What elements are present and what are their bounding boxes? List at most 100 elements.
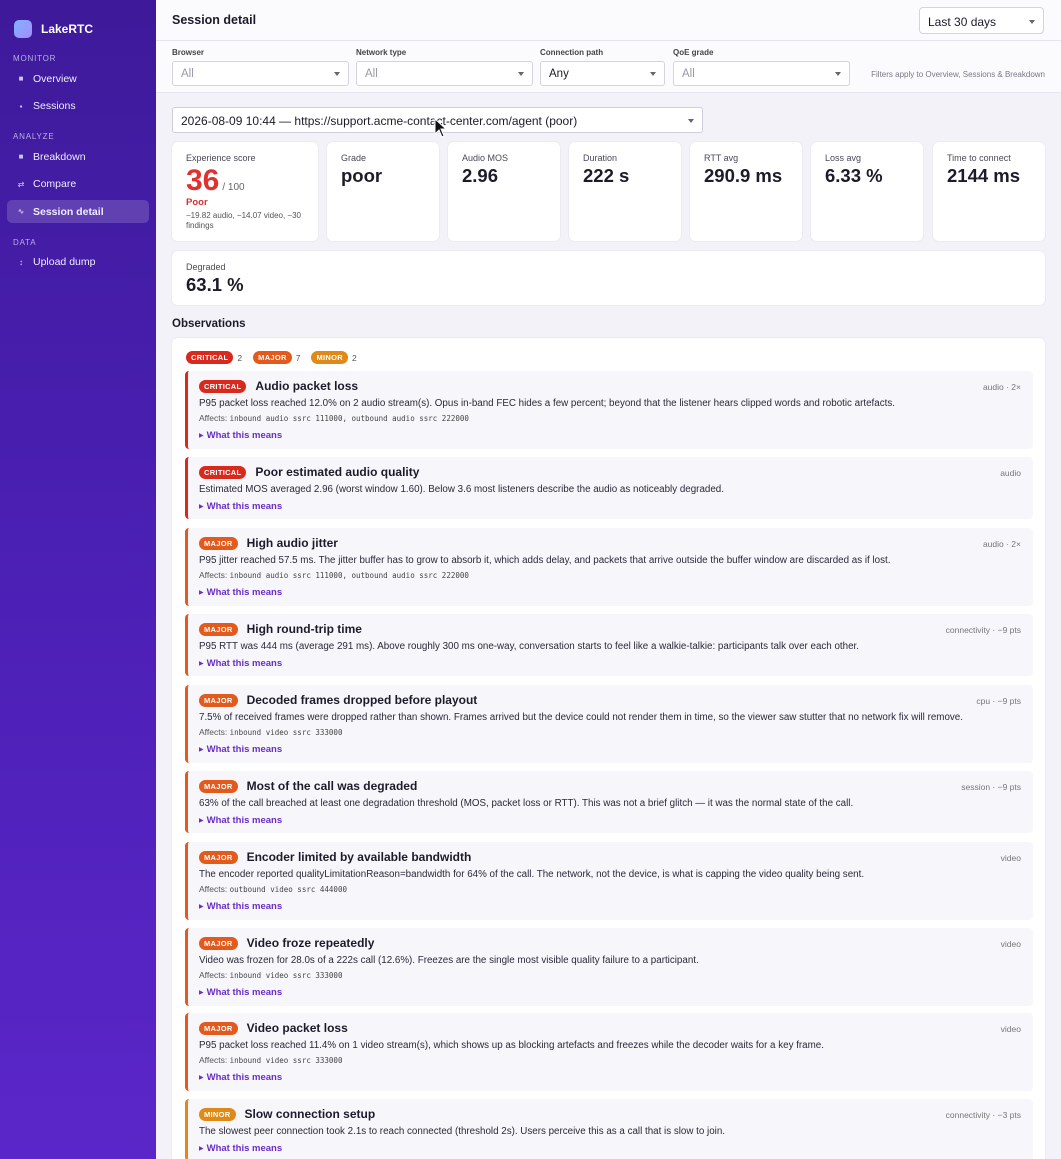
- caret-right-icon: ▶: [199, 433, 204, 439]
- severity-badge: MINOR: [199, 1107, 236, 1121]
- what-this-means-toggle[interactable]: ▶ What this means: [199, 1072, 282, 1083]
- observation-title: Slow connection setup: [244, 1107, 376, 1121]
- toggle-label: What this means: [206, 815, 283, 826]
- upload-icon: ↕: [19, 257, 23, 267]
- observation-tag: connectivity · −9 pts: [945, 625, 1021, 635]
- observation-description: Video was frozen for 28.0s of a 222s cal…: [199, 955, 699, 966]
- chevron-down-icon: [1029, 20, 1035, 24]
- severity-badge: CRITICAL: [199, 379, 247, 393]
- caret-right-icon: ▶: [199, 747, 204, 753]
- duration-label: Duration: [583, 153, 618, 163]
- observation-description: The encoder reported qualityLimitationRe…: [199, 869, 865, 880]
- observation-title: Audio packet loss: [255, 379, 359, 393]
- grade-card: Grade poor: [327, 142, 439, 241]
- caret-right-icon: ▶: [199, 1075, 204, 1081]
- connection-path-select[interactable]: Any: [540, 61, 665, 86]
- network-type-select[interactable]: All: [356, 61, 533, 86]
- severity-badge: MAJOR: [199, 1021, 238, 1035]
- toggle-label: What this means: [206, 1072, 283, 1083]
- severity-badge: MAJOR: [199, 779, 238, 793]
- observation-card: CRITICAL Poor estimated audio quality au…: [185, 457, 1033, 519]
- what-this-means-toggle[interactable]: ▶ What this means: [199, 587, 282, 598]
- observation-card: MAJOR Most of the call was degraded sess…: [185, 771, 1033, 833]
- connection-path-select-value: Any: [549, 68, 569, 80]
- top-header: Session detail Last 30 days: [156, 0, 1061, 41]
- observation-description: P95 jitter reached 57.5 ms. The jitter b…: [199, 555, 891, 566]
- sidebar-item-label: Breakdown: [33, 150, 86, 163]
- severity-badge: MAJOR: [199, 622, 238, 636]
- chevron-down-icon: [835, 72, 841, 76]
- affects-streams: outbound video ssrc 444000: [229, 885, 347, 894]
- what-this-means-toggle[interactable]: ▶ What this means: [199, 658, 282, 669]
- filter-browser-label: Browser: [172, 48, 205, 57]
- observation-tag: audio: [1000, 468, 1021, 478]
- sidebar-item-label: Upload dump: [33, 256, 96, 268]
- what-this-means-toggle[interactable]: ▶ What this means: [199, 901, 282, 912]
- qoe-grade-select-value: All: [682, 68, 695, 80]
- sidebar-item-overview[interactable]: ■ Overview: [7, 67, 149, 90]
- affects-streams: inbound video ssrc 333000: [229, 728, 343, 737]
- observation-card: CRITICAL Audio packet loss audio · 2× P9…: [185, 371, 1033, 449]
- what-this-means-toggle[interactable]: ▶ What this means: [199, 430, 282, 441]
- sidebar-item-upload-dump[interactable]: ↕ Upload dump: [7, 251, 149, 274]
- affects-label: Affects:: [199, 413, 228, 423]
- what-this-means-toggle[interactable]: ▶ What this means: [199, 1143, 282, 1154]
- observation-card: MAJOR High round-trip time connectivity …: [185, 614, 1033, 676]
- observation-title: Video froze repeatedly: [246, 936, 375, 950]
- what-this-means-toggle[interactable]: ▶ What this means: [199, 815, 282, 826]
- sidebar-item-compare[interactable]: ⇄ Compare: [7, 173, 149, 196]
- date-range-select[interactable]: Last 30 days: [919, 7, 1044, 34]
- caret-right-icon: ▶: [199, 590, 204, 596]
- sidebar-item-breakdown[interactable]: ■ Breakdown: [7, 145, 149, 168]
- severity-counts: CRITICAL 2 MAJOR 7 MINOR 2: [186, 351, 368, 364]
- what-this-means-toggle[interactable]: ▶ What this means: [199, 501, 282, 512]
- caret-right-icon: ▶: [199, 1146, 204, 1152]
- caret-right-icon: ▶: [199, 661, 204, 667]
- what-this-means-toggle[interactable]: ▶ What this means: [199, 744, 282, 755]
- loss-avg-label: Loss avg: [825, 153, 862, 163]
- browser-select[interactable]: All: [172, 61, 349, 86]
- caret-right-icon: ▶: [199, 990, 204, 996]
- observation-description: Estimated MOS averaged 2.96 (worst windo…: [199, 484, 724, 495]
- observation-affects: Affects: inbound audio ssrc 111000, outb…: [199, 413, 469, 423]
- app-name: LakeRTC: [41, 21, 94, 36]
- chevron-down-icon: [650, 72, 656, 76]
- observation-description: P95 packet loss reached 12.0% on 2 audio…: [199, 398, 895, 409]
- severity-badge: MAJOR: [199, 693, 238, 707]
- affects-label: Affects:: [199, 1055, 228, 1065]
- observation-card: MAJOR Encoder limited by available bandw…: [185, 842, 1033, 920]
- observation-title: Encoder limited by available bandwidth: [246, 850, 472, 864]
- toggle-label: What this means: [206, 987, 283, 998]
- observation-card: MAJOR Decoded frames dropped before play…: [185, 685, 1033, 763]
- time-to-connect-label: Time to connect: [947, 153, 1011, 163]
- network-type-select-value: All: [365, 68, 378, 80]
- observation-description: 7.5% of received frames were dropped rat…: [199, 712, 963, 723]
- severity-badge: MAJOR: [199, 936, 238, 950]
- degraded-value: 63.1 %: [186, 274, 244, 295]
- observation-tag: cpu · −9 pts: [976, 696, 1021, 706]
- sidebar-item-session-detail[interactable]: ∿ Session detail: [7, 200, 149, 223]
- observation-tag: connectivity · −3 pts: [945, 1110, 1021, 1120]
- loss-avg-value: 6.33 %: [825, 165, 883, 186]
- toggle-label: What this means: [206, 901, 283, 912]
- critical-count: 2: [237, 352, 243, 363]
- filter-path-label: Connection path: [540, 48, 604, 57]
- observation-card: MAJOR Video packet loss video P95 packet…: [185, 1013, 1033, 1091]
- what-this-means-toggle[interactable]: ▶ What this means: [199, 987, 282, 998]
- brand[interactable]: LakeRTC: [0, 0, 156, 44]
- sidebar-item-sessions[interactable]: ▪ Sessions: [7, 95, 149, 118]
- observation-title: Decoded frames dropped before playout: [246, 693, 478, 707]
- app-logo-icon: [14, 19, 32, 38]
- pulse-icon: ∿: [17, 207, 25, 216]
- date-range-value: Last 30 days: [928, 15, 997, 29]
- observation-tag: audio · 2×: [982, 382, 1021, 392]
- observation-title: Most of the call was degraded: [246, 779, 418, 793]
- observation-description: P95 RTT was 444 ms (average 291 ms). Abo…: [199, 641, 859, 652]
- qoe-grade-select[interactable]: All: [673, 61, 850, 86]
- observation-affects: Affects: inbound audio ssrc 111000, outb…: [199, 570, 469, 580]
- sidebar-item-label: Session detail: [33, 205, 104, 218]
- severity-badge: MAJOR: [199, 850, 238, 864]
- time-to-connect-value: 2144 ms: [947, 165, 1021, 186]
- affects-label: Affects:: [199, 727, 228, 737]
- toggle-label: What this means: [206, 587, 283, 598]
